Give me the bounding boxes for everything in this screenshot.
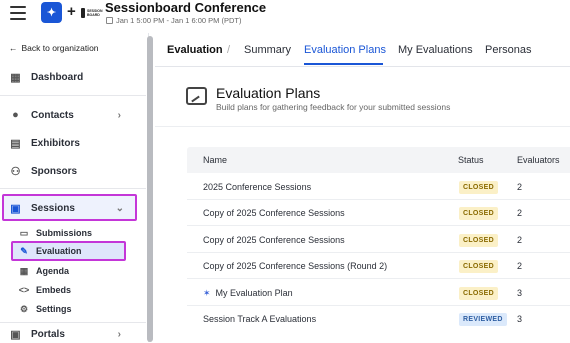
- sidebar-subitem-label: Settings: [36, 304, 72, 314]
- divider: [0, 95, 146, 96]
- status-badge: CLOSED: [459, 207, 498, 220]
- status-badge: CLOSED: [459, 260, 498, 273]
- calendar-icon: [106, 17, 113, 24]
- divider: [0, 188, 146, 189]
- evaluator-count: 2: [517, 182, 523, 192]
- evaluation-icon: ✎: [20, 245, 28, 256]
- sparkle-icon: ✶: [203, 288, 211, 298]
- gear-icon: ⚙: [19, 303, 29, 314]
- breadcrumb-separator: /: [227, 44, 231, 56]
- sidebar-item-exhibitors[interactable]: ▤ Exhibitors: [9, 134, 80, 152]
- top-bar: ✦ + SESSION BOARD Sessionboard Conferenc…: [0, 0, 570, 30]
- menu-icon[interactable]: [10, 6, 26, 20]
- header-divider: [155, 126, 570, 127]
- portal-icon: ▣: [10, 328, 21, 341]
- page-subtitle: Build plans for gathering feedback for y…: [216, 102, 451, 112]
- app-logo-icon: ✦: [41, 2, 62, 23]
- sidebar-item-sponsors[interactable]: ⚇ Sponsors: [9, 162, 78, 180]
- tab-my-evaluations[interactable]: My Evaluations: [398, 44, 473, 56]
- back-to-organization-link[interactable]: ← Back to organization: [9, 43, 99, 53]
- calendar-small-icon: ▦: [19, 265, 29, 276]
- table-header: Name Status Evaluators: [187, 147, 570, 173]
- evaluator-count: 2: [517, 235, 523, 245]
- table-row[interactable]: ✶ My Evaluation Plan CLOSED 3: [187, 280, 570, 306]
- page-title: Evaluation Plans: [216, 85, 321, 101]
- table-row[interactable]: Session Track A Evaluations REVIEWED 3: [187, 306, 570, 332]
- sidebar-item-label: Sponsors: [31, 165, 78, 177]
- sidebar-item-label: Portals: [31, 328, 65, 340]
- status-badge: CLOSED: [459, 287, 498, 300]
- tab-personas[interactable]: Personas: [485, 44, 531, 56]
- chevron-right-icon: ›: [117, 109, 121, 121]
- sidebar: ← Back to organization ▦ Dashboard ● Con…: [0, 33, 149, 342]
- active-tab-indicator: [304, 63, 383, 65]
- conference-title: Sessionboard Conference: [105, 0, 267, 15]
- sidebar-item-contacts[interactable]: ● Contacts ›: [9, 106, 121, 124]
- evaluation-plans-icon: [186, 87, 207, 105]
- plus-icon: +: [67, 3, 76, 20]
- evaluator-count: 2: [517, 208, 523, 218]
- column-header-evaluators[interactable]: Evaluators: [517, 155, 560, 165]
- chevron-right-icon: ›: [117, 328, 121, 340]
- document-icon: ▭: [19, 227, 29, 238]
- sidebar-subitem-label: Embeds: [36, 285, 72, 295]
- plan-name[interactable]: Copy of 2025 Conference Sessions: [203, 208, 345, 218]
- sidebar-subitem-evaluation[interactable]: ✎ Evaluation: [19, 244, 82, 258]
- table-row[interactable]: Copy of 2025 Conference Sessions CLOSED …: [187, 200, 570, 226]
- code-icon: <>: [18, 285, 30, 295]
- tab-evaluation-plans[interactable]: Evaluation Plans: [304, 44, 386, 56]
- evaluator-count: 3: [517, 288, 523, 298]
- conference-date: Jan 1 5:00 PM - Jan 1 6:00 PM (PDT): [106, 16, 241, 25]
- sidebar-subitem-settings[interactable]: ⚙ Settings: [19, 302, 72, 316]
- sidebar-item-label: Sessions: [31, 202, 75, 214]
- tab-summary[interactable]: Summary: [244, 44, 291, 56]
- plan-name-cell[interactable]: ✶ My Evaluation Plan: [203, 288, 293, 299]
- column-header-name[interactable]: Name: [203, 155, 227, 165]
- sidebar-scrollbar[interactable]: [147, 36, 153, 342]
- table-row[interactable]: Copy of 2025 Conference Sessions (Round …: [187, 253, 570, 279]
- status-badge: REVIEWED: [459, 313, 507, 326]
- divider: [0, 322, 146, 323]
- sidebar-item-dashboard[interactable]: ▦ Dashboard: [9, 68, 83, 86]
- plan-name: My Evaluation Plan: [215, 288, 293, 298]
- status-badge: CLOSED: [459, 181, 498, 194]
- table-row[interactable]: Copy of 2025 Conference Sessions CLOSED …: [187, 227, 570, 253]
- arrow-left-icon: ←: [9, 43, 18, 53]
- back-label: Back to organization: [21, 43, 99, 53]
- sidebar-subitem-submissions[interactable]: ▭ Submissions: [19, 226, 92, 240]
- plan-name[interactable]: Copy of 2025 Conference Sessions: [203, 235, 345, 245]
- sidebar-subitem-label: Submissions: [36, 228, 93, 238]
- evaluator-count: 2: [517, 261, 523, 271]
- status-badge: CLOSED: [459, 234, 498, 247]
- plan-name[interactable]: Session Track A Evaluations: [203, 314, 316, 324]
- plan-name[interactable]: Copy of 2025 Conference Sessions (Round …: [203, 261, 387, 271]
- evaluator-count: 3: [517, 314, 523, 324]
- chevron-down-icon: ⌄: [115, 202, 124, 214]
- person-icon: ●: [12, 109, 19, 121]
- table-row[interactable]: 2025 Conference Sessions CLOSED 2: [187, 174, 570, 200]
- calendar-icon: ▣: [10, 202, 21, 215]
- sidebar-item-label: Contacts: [31, 109, 74, 121]
- breadcrumb-evaluation[interactable]: Evaluation: [167, 44, 223, 56]
- tabs-divider: [155, 66, 570, 67]
- sidebar-item-sessions[interactable]: ▣ Sessions ⌄: [9, 199, 124, 217]
- sidebar-item-label: Exhibitors: [31, 137, 80, 149]
- sidebar-item-label: Dashboard: [31, 71, 84, 83]
- column-header-status[interactable]: Status: [458, 155, 484, 165]
- sessionboard-logo: SESSION BOARD: [81, 7, 103, 19]
- sidebar-subitem-label: Agenda: [36, 266, 70, 276]
- group-icon: ⚇: [10, 165, 21, 178]
- sidebar-item-portals[interactable]: ▣ Portals ›: [9, 325, 121, 343]
- store-icon: ▤: [10, 137, 21, 150]
- sidebar-subitem-label: Evaluation: [36, 246, 82, 256]
- grid-icon: ▦: [10, 71, 21, 84]
- plan-name[interactable]: 2025 Conference Sessions: [203, 182, 311, 192]
- sidebar-subitem-agenda[interactable]: ▦ Agenda: [19, 264, 69, 278]
- sidebar-subitem-embeds[interactable]: <> Embeds: [19, 283, 71, 297]
- conference-date-text: Jan 1 5:00 PM - Jan 1 6:00 PM (PDT): [116, 16, 242, 25]
